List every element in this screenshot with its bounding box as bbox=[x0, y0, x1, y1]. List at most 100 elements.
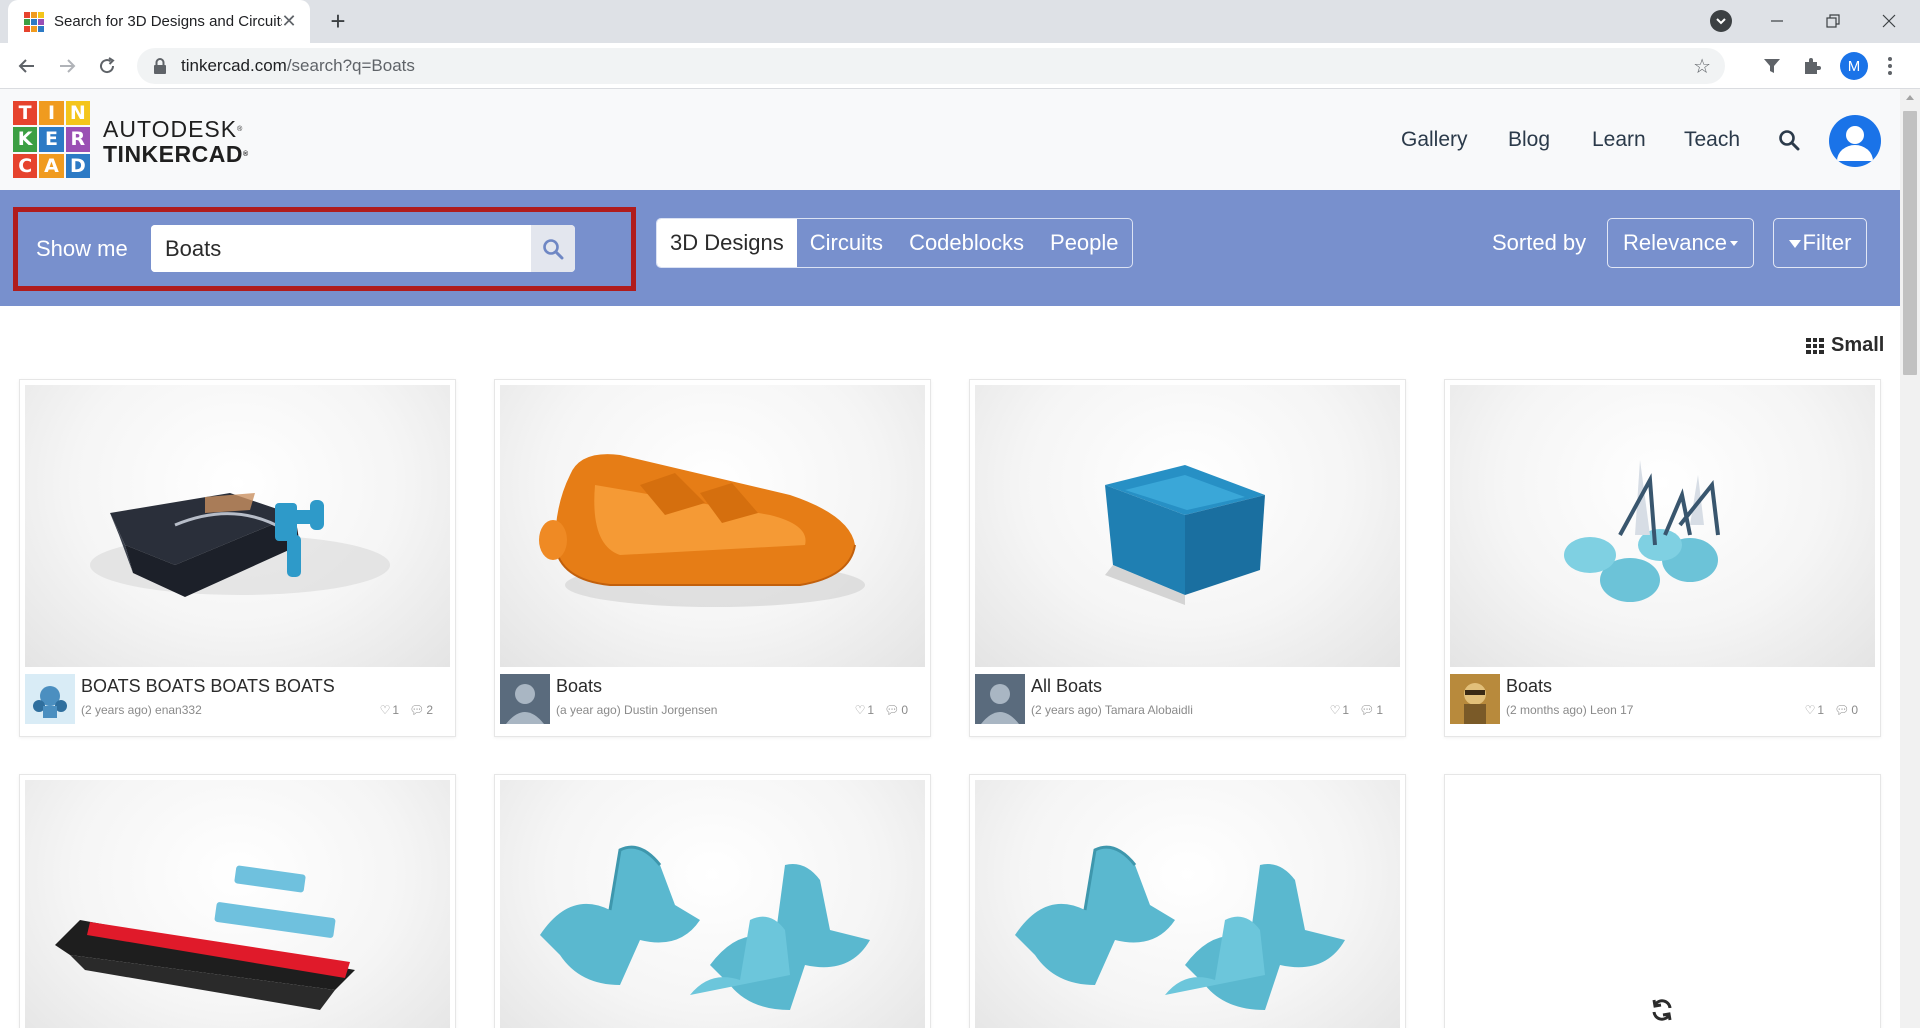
design-card[interactable]: All Boats (2 years ago) Tamara Alobaidli… bbox=[969, 379, 1406, 737]
logo-tile: K bbox=[13, 127, 38, 152]
author-avatar[interactable] bbox=[25, 674, 75, 724]
tinkercad-logo[interactable]: T I N K E R C A D bbox=[13, 101, 90, 178]
result-type-tabs: 3D Designs Circuits Codeblocks People bbox=[656, 218, 1133, 268]
design-stats: ♡ 1 💬︎ 0 bbox=[1805, 703, 1858, 717]
comments-count[interactable]: 💬︎ 0 bbox=[1834, 703, 1858, 717]
logo-tile: R bbox=[65, 127, 90, 152]
nav-teach[interactable]: Teach bbox=[1684, 128, 1740, 152]
design-card[interactable]: BOATS BOATS BOATS BOATS (2 years ago) en… bbox=[19, 379, 456, 737]
logo-tile: T bbox=[13, 101, 38, 126]
minimize-icon[interactable] bbox=[1754, 4, 1800, 38]
site-header: T I N K E R C A D AUTODESK® TINKERCAD® G… bbox=[0, 89, 1900, 190]
loading-spinner-icon bbox=[1650, 998, 1674, 1022]
browser-tab[interactable]: Search for 3D Designs and Circuits ✕ bbox=[8, 0, 310, 43]
heart-icon: ♡ bbox=[854, 703, 866, 717]
design-thumbnail[interactable] bbox=[25, 385, 450, 667]
design-title[interactable]: Boats bbox=[1506, 676, 1552, 697]
heart-icon: ♡ bbox=[1804, 703, 1816, 717]
heart-icon: ♡ bbox=[1329, 703, 1341, 717]
scrollbar-thumb[interactable] bbox=[1903, 111, 1917, 375]
design-card[interactable] bbox=[969, 774, 1406, 1028]
design-card[interactable]: Boats (2 months ago) Leon 17 ♡ 1 💬︎ 0 bbox=[1444, 379, 1881, 737]
author-avatar[interactable] bbox=[500, 674, 550, 724]
browser-profile-avatar[interactable]: M bbox=[1840, 52, 1868, 80]
sorted-by-label: Sorted by bbox=[1492, 230, 1587, 255]
nav-learn[interactable]: Learn bbox=[1592, 128, 1646, 152]
reload-icon[interactable] bbox=[92, 51, 122, 81]
author-avatar[interactable] bbox=[975, 674, 1025, 724]
design-title[interactable]: Boats bbox=[556, 676, 602, 697]
design-stats: ♡ 1 💬︎ 0 bbox=[855, 703, 908, 717]
tab-codeblocks[interactable]: Codeblocks bbox=[896, 219, 1037, 267]
search-box bbox=[151, 225, 575, 272]
design-meta: (2 years ago) enan332 bbox=[81, 703, 202, 717]
logo-tile: N bbox=[65, 101, 90, 126]
comments-count[interactable]: 💬︎ 2 bbox=[409, 703, 433, 717]
page-viewport: T I N K E R C A D AUTODESK® TINKERCAD® G… bbox=[0, 89, 1900, 1028]
design-thumbnail[interactable] bbox=[25, 780, 450, 1028]
design-card[interactable]: Boats (a year ago) Dustin Jorgensen ♡ 1 💬… bbox=[494, 379, 931, 737]
close-window-icon[interactable] bbox=[1866, 4, 1912, 38]
tab-close-icon[interactable]: ✕ bbox=[278, 10, 300, 32]
author-avatar[interactable] bbox=[1450, 674, 1500, 724]
page-scrollbar[interactable] bbox=[1900, 89, 1920, 1028]
loading-thumbnail bbox=[1450, 780, 1875, 1028]
user-avatar[interactable] bbox=[1829, 115, 1881, 167]
logo-tile: E bbox=[39, 127, 64, 152]
search-input[interactable] bbox=[151, 225, 531, 272]
design-title[interactable]: All Boats bbox=[1031, 676, 1102, 697]
comments-count[interactable]: 💬︎ 1 bbox=[1359, 703, 1383, 717]
extension-funnel-icon[interactable] bbox=[1759, 53, 1785, 79]
design-card[interactable] bbox=[19, 774, 456, 1028]
header-search-icon[interactable] bbox=[1778, 129, 1800, 151]
design-thumbnail[interactable] bbox=[500, 385, 925, 667]
nav-blog[interactable]: Blog bbox=[1508, 128, 1550, 152]
view-size-toggle[interactable]: Small bbox=[1806, 334, 1884, 357]
tab-3d-designs[interactable]: 3D Designs bbox=[657, 219, 797, 267]
bookmark-star-icon[interactable]: ☆ bbox=[1693, 54, 1711, 79]
comments-count[interactable]: 💬︎ 0 bbox=[884, 703, 908, 717]
browser-menu-icon[interactable] bbox=[1882, 53, 1898, 79]
tab-search-icon[interactable] bbox=[1710, 10, 1732, 32]
filter-button[interactable]: Filter bbox=[1773, 218, 1867, 268]
grid-icon bbox=[1806, 337, 1824, 354]
design-thumbnail[interactable] bbox=[975, 780, 1400, 1028]
design-thumbnail[interactable] bbox=[1450, 385, 1875, 667]
sort-dropdown[interactable]: Relevance bbox=[1607, 218, 1754, 268]
forward-arrow-icon[interactable] bbox=[52, 51, 82, 81]
restore-icon[interactable] bbox=[1810, 4, 1856, 38]
design-title[interactable]: BOATS BOATS BOATS BOATS bbox=[81, 676, 335, 697]
nav-gallery[interactable]: Gallery bbox=[1401, 128, 1468, 152]
url-text: tinkercad.com/search?q=Boats bbox=[181, 56, 415, 75]
comment-icon: 💬︎ bbox=[1834, 703, 1850, 717]
likes-count[interactable]: ♡ 1 bbox=[380, 703, 399, 717]
design-card[interactable] bbox=[494, 774, 931, 1028]
logo-tile: A bbox=[39, 153, 64, 178]
logo-tile: D bbox=[65, 153, 90, 178]
tab-people[interactable]: People bbox=[1037, 219, 1132, 267]
likes-count[interactable]: ♡ 1 bbox=[855, 703, 874, 717]
heart-icon: ♡ bbox=[379, 703, 391, 717]
search-filter-bar: Show me 3D Designs Circuits Codeblocks P… bbox=[0, 190, 1900, 306]
new-tab-button[interactable]: + bbox=[322, 6, 354, 38]
address-bar[interactable]: tinkercad.com/search?q=Boats ☆ bbox=[137, 48, 1725, 84]
extensions-puzzle-icon[interactable] bbox=[1799, 53, 1825, 79]
comment-icon: 💬︎ bbox=[884, 703, 900, 717]
scroll-up-icon[interactable] bbox=[1906, 95, 1914, 100]
comment-icon: 💬︎ bbox=[409, 703, 425, 717]
design-thumbnail[interactable] bbox=[975, 385, 1400, 667]
search-highlight-box: Show me bbox=[13, 207, 636, 291]
sort-value: Relevance bbox=[1623, 230, 1727, 255]
likes-count[interactable]: ♡ 1 bbox=[1330, 703, 1349, 717]
likes-count[interactable]: ♡ 1 bbox=[1805, 703, 1824, 717]
brand-line-autodesk: AUTODESK bbox=[103, 116, 238, 142]
browser-toolbar: tinkercad.com/search?q=Boats ☆ M bbox=[0, 43, 1920, 89]
filter-label: Filter bbox=[1802, 230, 1852, 255]
search-submit-button[interactable] bbox=[531, 225, 575, 272]
lock-icon bbox=[153, 58, 167, 74]
tab-circuits[interactable]: Circuits bbox=[797, 219, 896, 267]
design-thumbnail[interactable] bbox=[500, 780, 925, 1028]
back-arrow-icon[interactable] bbox=[12, 51, 42, 81]
brand-wordmark[interactable]: AUTODESK® TINKERCAD® bbox=[103, 117, 249, 167]
logo-tile: C bbox=[13, 153, 38, 178]
